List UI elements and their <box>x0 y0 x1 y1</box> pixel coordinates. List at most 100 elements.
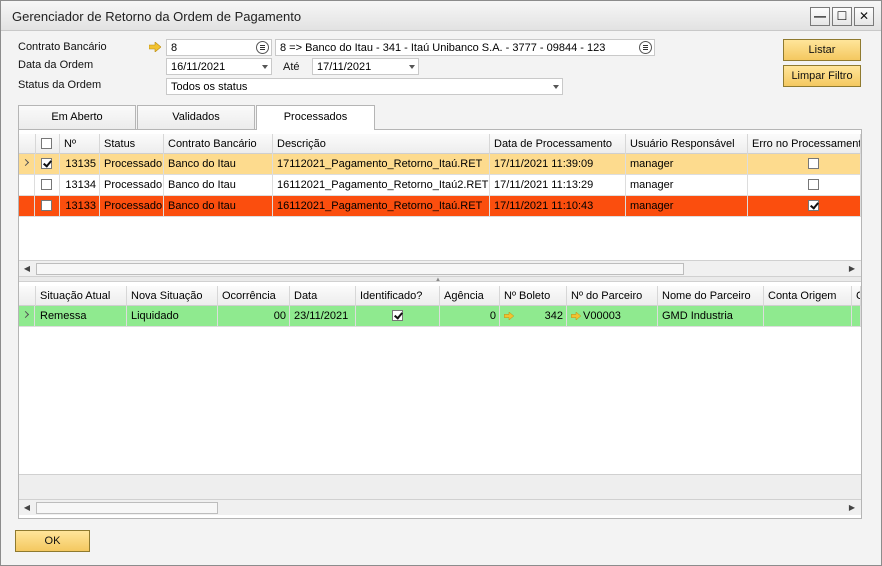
maximize-icon[interactable]: ☐ <box>832 7 852 26</box>
row-indicator[interactable] <box>19 175 35 195</box>
cell-erro <box>748 196 861 216</box>
cell-numero: 13135 <box>60 154 100 174</box>
col-ocorrencia[interactable]: Ocorrência <box>218 286 290 306</box>
col-truncated[interactable]: C <box>852 286 861 306</box>
scroll-thumb[interactable] <box>36 263 684 275</box>
row-indicator-icon <box>21 158 30 167</box>
erro-checkbox[interactable] <box>808 158 819 169</box>
detalhes-footer <box>19 474 861 499</box>
cell-usuario: manager <box>626 154 748 174</box>
col-agencia[interactable]: Agência <box>440 286 500 306</box>
identificado-checkbox[interactable] <box>392 310 403 321</box>
row-indicator-header <box>19 134 36 154</box>
col-conta-origem[interactable]: Conta Origem <box>764 286 852 306</box>
cell-contrato: Banco do Itau <box>164 154 273 174</box>
cell-truncated <box>852 306 861 326</box>
col-parceiro[interactable]: Nº do Parceiro <box>567 286 658 306</box>
parceiro-value: V00003 <box>583 310 621 322</box>
tab-em-aberto[interactable]: Em Aberto <box>18 105 136 129</box>
cell-data: 23/11/2021 <box>290 306 356 326</box>
tab-validados[interactable]: Validados <box>137 105 255 129</box>
chevron-down-icon[interactable] <box>262 65 268 69</box>
cell-data: 17/11/2021 11:10:43 <box>490 196 626 216</box>
window-title: Gerenciador de Retorno da Ordem de Pagam… <box>12 9 302 24</box>
detalhes-horizontal-scrollbar[interactable]: ◀ ▶ <box>19 499 861 515</box>
data-ate-value: 17/11/2021 <box>317 61 372 73</box>
col-situacao-atual[interactable]: Situação Atual <box>36 286 127 306</box>
col-identificado[interactable]: Identificado? <box>356 286 440 306</box>
link-arrow-icon[interactable] <box>571 312 581 321</box>
data-de-value: 16/11/2021 <box>171 61 226 73</box>
table-row[interactable]: Remessa Liquidado 00 23/11/2021 0 342 V0… <box>19 306 861 327</box>
data-de-dropdown[interactable]: 16/11/2021 <box>166 58 272 75</box>
col-descricao[interactable]: Descrição <box>273 134 490 154</box>
erro-checkbox[interactable] <box>808 200 819 211</box>
cell-data: 17/11/2021 11:39:09 <box>490 154 626 174</box>
status-dropdown[interactable]: Todos os status <box>166 78 563 95</box>
cell-contrato: Banco do Itau <box>164 196 273 216</box>
scroll-left-icon[interactable]: ◀ <box>20 262 34 276</box>
scroll-left-icon[interactable]: ◀ <box>20 501 34 515</box>
cell-data: 17/11/2021 11:13:29 <box>490 175 626 195</box>
detalhes-grid: Situação Atual Nova Situação Ocorrência … <box>19 282 861 519</box>
list-icon[interactable] <box>639 41 652 54</box>
scroll-right-icon[interactable]: ▶ <box>845 262 859 276</box>
cell-numero: 13133 <box>60 196 100 216</box>
scroll-right-icon[interactable]: ▶ <box>845 501 859 515</box>
select-all-header[interactable] <box>36 134 60 154</box>
close-icon[interactable]: ✕ <box>854 7 874 26</box>
data-ordem-label: Data da Ordem <box>18 59 94 71</box>
row-select-cell[interactable] <box>36 154 60 174</box>
select-all-checkbox[interactable] <box>41 138 52 149</box>
contrato-description: 8 => Banco do Itau - 341 - Itaú Unibanco… <box>280 42 606 54</box>
row-select-cell[interactable] <box>36 196 60 216</box>
scroll-thumb[interactable] <box>36 502 218 514</box>
link-arrow-icon[interactable] <box>149 42 161 52</box>
status-value: Todos os status <box>171 81 248 93</box>
col-usuario[interactable]: Usuário Responsável <box>626 134 748 154</box>
row-indicator[interactable] <box>19 306 35 326</box>
row-indicator[interactable] <box>19 154 35 174</box>
table-row[interactable]: 13134 Processado Banco do Itau 16112021_… <box>19 175 861 196</box>
row-select-cell[interactable] <box>36 175 60 195</box>
col-data-processamento[interactable]: Data de Processamento <box>490 134 626 154</box>
cell-nova-situacao: Liquidado <box>127 306 218 326</box>
row-select-checkbox[interactable] <box>41 179 52 190</box>
title-bar: Gerenciador de Retorno da Ordem de Pagam… <box>1 1 881 31</box>
limpar-filtro-button[interactable]: Limpar Filtro <box>783 65 861 87</box>
link-arrow-icon[interactable] <box>504 312 514 320</box>
contrato-value: 8 <box>171 42 178 54</box>
contrato-input[interactable]: 8 <box>166 39 272 56</box>
ok-button[interactable]: OK <box>15 530 90 552</box>
col-status[interactable]: Status <box>100 134 164 154</box>
contrato-label: Contrato Bancário <box>18 41 107 53</box>
cell-status: Processado <box>100 154 164 174</box>
row-select-checkbox[interactable] <box>41 158 52 169</box>
col-nome-parceiro[interactable]: Nome do Parceiro <box>658 286 764 306</box>
row-indicator[interactable] <box>19 196 35 216</box>
col-erro[interactable]: Erro no Processamento <box>748 134 861 154</box>
cell-ocorrencia: 00 <box>218 306 290 326</box>
minimize-icon[interactable]: — <box>810 7 830 26</box>
ordens-horizontal-scrollbar[interactable]: ◀ ▶ <box>19 260 861 276</box>
table-row[interactable]: 13135 Processado Banco do Itau 17112021_… <box>19 154 861 175</box>
row-select-checkbox[interactable] <box>41 200 52 211</box>
chevron-down-icon[interactable] <box>409 65 415 69</box>
cell-descricao: 16112021_Pagamento_Retorno_Itaú2.RET <box>273 175 490 195</box>
tab-processados[interactable]: Processados <box>256 105 375 130</box>
list-icon[interactable] <box>256 41 269 54</box>
col-boleto[interactable]: Nº Boleto <box>500 286 567 306</box>
listar-button[interactable]: Listar <box>783 39 861 61</box>
cell-usuario: manager <box>626 175 748 195</box>
cell-parceiro: V00003 <box>567 306 658 326</box>
data-ate-dropdown[interactable]: 17/11/2021 <box>312 58 419 75</box>
col-numero[interactable]: Nº <box>60 134 100 154</box>
chevron-down-icon[interactable] <box>553 85 559 89</box>
table-row[interactable]: 13133 Processado Banco do Itau 16112021_… <box>19 196 861 217</box>
col-data[interactable]: Data <box>290 286 356 306</box>
cell-identificado <box>356 306 440 326</box>
col-nova-situacao[interactable]: Nova Situação <box>127 286 218 306</box>
cell-descricao: 16112021_Pagamento_Retorno_Itaú.RET <box>273 196 490 216</box>
col-contrato[interactable]: Contrato Bancário <box>164 134 273 154</box>
erro-checkbox[interactable] <box>808 179 819 190</box>
